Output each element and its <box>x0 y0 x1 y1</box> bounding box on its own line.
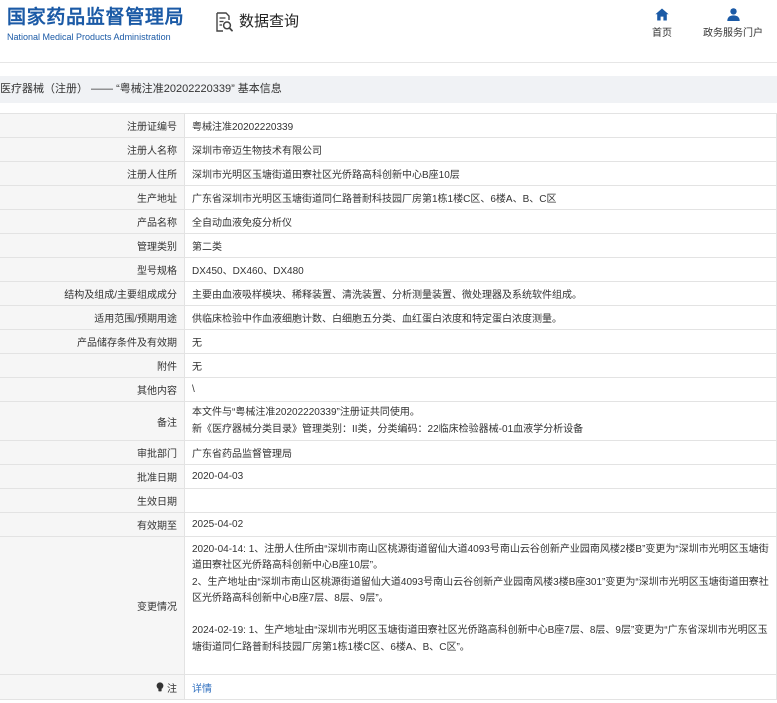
registration-number-value: 粤械注准20202220339 <box>192 122 294 133</box>
row-other-content: 其他内容 \ <box>0 377 776 401</box>
nav-service-portal-label: 政务服务门户 <box>703 28 763 39</box>
row-product-name: 产品名称 全自动血液免疫分析仪 <box>0 209 776 233</box>
production-address-value: 广东省深圳市光明区玉塘街道同仁路普耐科技园厂房第1栋1楼C区、6楼A、B、C区 <box>192 194 557 205</box>
row-expiry-date: 有效期至 2025-04-02 <box>0 512 776 536</box>
row-production-address: 生产地址 广东省深圳市光明区玉塘街道同仁路普耐科技园厂房第1栋1楼C区、6楼A、… <box>0 185 776 209</box>
approval-department-label: 审批部门 <box>0 441 185 464</box>
change-history-value: 2020-04-14: 1、注册人住所由“深圳市南山区桃源街道留仙大道4093号… <box>185 537 776 674</box>
note-label: 注 <box>0 675 185 699</box>
row-approval-date: 批准日期 2020-04-03 <box>0 464 776 488</box>
other-content-value: \ <box>192 384 195 395</box>
site-logo[interactable]: 国家药品监督管理局 National Medical Products Admi… <box>7 7 184 43</box>
row-intended-use: 适用范围/预期用途 供临床检验中作血液细胞计数、白细胞五分类、血红蛋白浓度和特定… <box>0 305 776 329</box>
remarks-line: 新《医疗器械分类目录》管理类别：II类，分类编码：22临床检验器械-01血液学分… <box>192 424 584 435</box>
row-model-spec: 型号规格 DX450、DX460、DX480 <box>0 257 776 281</box>
change-line: 2024-02-19: 1、生产地址由“深圳市光明区玉塘街道田寮社区光侨路高科创… <box>192 625 768 653</box>
details-link[interactable]: 详情 <box>192 680 212 695</box>
change-entry: 2024-02-19: 1、生产地址由“深圳市光明区玉塘街道田寮社区光侨路高科创… <box>192 623 770 656</box>
management-category-label: 管理类别 <box>0 234 185 257</box>
site-header: 国家药品监督管理局 National Medical Products Admi… <box>0 0 777 63</box>
product-name-value: 全自动血液免疫分析仪 <box>192 218 292 229</box>
management-category-value: 第二类 <box>192 242 222 253</box>
remarks-line: 本文件与“粤械注准20202220339”注册证共同使用。 <box>192 407 420 418</box>
row-registrant-address: 注册人住所 深圳市光明区玉塘街道田寮社区光侨路高科创新中心B座10层 <box>0 161 776 185</box>
remarks-value: 本文件与“粤械注准20202220339”注册证共同使用。 新《医疗器械分类目录… <box>185 402 776 440</box>
row-note: 注 详情 <box>0 674 776 699</box>
row-approval-department: 审批部门 广东省药品监督管理局 <box>0 440 776 464</box>
model-spec-value: DX450、DX460、DX480 <box>192 266 304 277</box>
home-icon <box>640 8 684 21</box>
lightbulb-icon <box>156 682 164 692</box>
nav-service-portal[interactable]: 政务服务门户 <box>700 8 766 41</box>
note-value: 详情 <box>185 675 776 699</box>
row-registrant-name: 注册人名称 深圳市帝迈生物技术有限公司 <box>0 137 776 161</box>
registration-number-label: 注册证编号 <box>0 114 185 137</box>
approval-date-value: 2020-04-03 <box>192 471 244 482</box>
page-title-bar: 医疗器械（注册） —— “粤械注准20202220339” 基本信息 <box>0 76 777 103</box>
logo-subtitle: National Medical Products Administration <box>7 32 171 42</box>
row-registration-number: 注册证编号 粤械注准20202220339 <box>0 113 776 137</box>
change-line: 2020-04-14: 1、注册人住所由“深圳市南山区桃源街道留仙大道4093号… <box>192 544 769 572</box>
effective-date-label: 生效日期 <box>0 489 185 512</box>
change-history-label: 变更情况 <box>0 537 185 674</box>
accessories-value: 无 <box>192 362 202 373</box>
row-management-category: 管理类别 第二类 <box>0 233 776 257</box>
row-effective-date: 生效日期 <box>0 488 776 512</box>
effective-date-value <box>185 489 776 512</box>
model-spec-label: 型号规格 <box>0 258 185 281</box>
row-accessories: 附件 无 <box>0 353 776 377</box>
data-query-label: 数据查询 <box>239 13 300 30</box>
remarks-label: 备注 <box>0 402 185 440</box>
document-search-icon <box>215 12 233 32</box>
accessories-label: 附件 <box>0 354 185 377</box>
intended-use-value: 供临床检验中作血液细胞计数、白细胞五分类、血红蛋白浓度和特定蛋白浓度测量。 <box>192 314 562 325</box>
user-icon <box>700 8 766 21</box>
change-line: 2、生产地址由“深圳市南山区桃源街道留仙大道4093号南山云谷创新产业园南风楼3… <box>192 576 769 604</box>
row-structure-composition: 结构及组成/主要组成成分 主要由血液吸样模块、稀释装置、清洗装置、分析测量装置、… <box>0 281 776 305</box>
row-remarks: 备注 本文件与“粤械注准20202220339”注册证共同使用。 新《医疗器械分… <box>0 401 776 440</box>
nav-home[interactable]: 首页 <box>640 8 684 41</box>
page-title: 医疗器械（注册） —— “粤械注准20202220339” 基本信息 <box>0 83 282 95</box>
storage-conditions-label: 产品储存条件及有效期 <box>0 330 185 353</box>
registrant-address-value: 深圳市光明区玉塘街道田寮社区光侨路高科创新中心B座10层 <box>192 170 460 181</box>
product-name-label: 产品名称 <box>0 210 185 233</box>
registrant-address-label: 注册人住所 <box>0 162 185 185</box>
expiry-date-label: 有效期至 <box>0 513 185 536</box>
nav-home-label: 首页 <box>652 28 672 39</box>
other-content-label: 其他内容 <box>0 378 185 401</box>
expiry-date-value: 2025-04-02 <box>192 519 244 530</box>
logo-title: 国家药品监督管理局 <box>7 7 185 28</box>
info-table: 注册证编号 粤械注准20202220339 注册人名称 深圳市帝迈生物技术有限公… <box>0 113 777 700</box>
structure-composition-label: 结构及组成/主要组成成分 <box>0 282 185 305</box>
data-query-link[interactable]: 数据查询 <box>215 12 299 32</box>
row-storage-conditions: 产品储存条件及有效期 无 <box>0 329 776 353</box>
approval-department-value: 广东省药品监督管理局 <box>192 449 292 460</box>
registrant-name-label: 注册人名称 <box>0 138 185 161</box>
change-entry: 2020-04-14: 1、注册人住所由“深圳市南山区桃源街道留仙大道4093号… <box>192 542 770 607</box>
intended-use-label: 适用范围/预期用途 <box>0 306 185 329</box>
approval-date-label: 批准日期 <box>0 465 185 488</box>
storage-conditions-value: 无 <box>192 338 202 349</box>
note-label-text: 注 <box>167 683 177 695</box>
row-change-history: 变更情况 2020-04-14: 1、注册人住所由“深圳市南山区桃源街道留仙大道… <box>0 536 776 674</box>
structure-composition-value: 主要由血液吸样模块、稀释装置、清洗装置、分析测量装置、微处理器及系统软件组成。 <box>192 290 582 301</box>
registrant-name-value: 深圳市帝迈生物技术有限公司 <box>192 146 322 157</box>
production-address-label: 生产地址 <box>0 186 185 209</box>
